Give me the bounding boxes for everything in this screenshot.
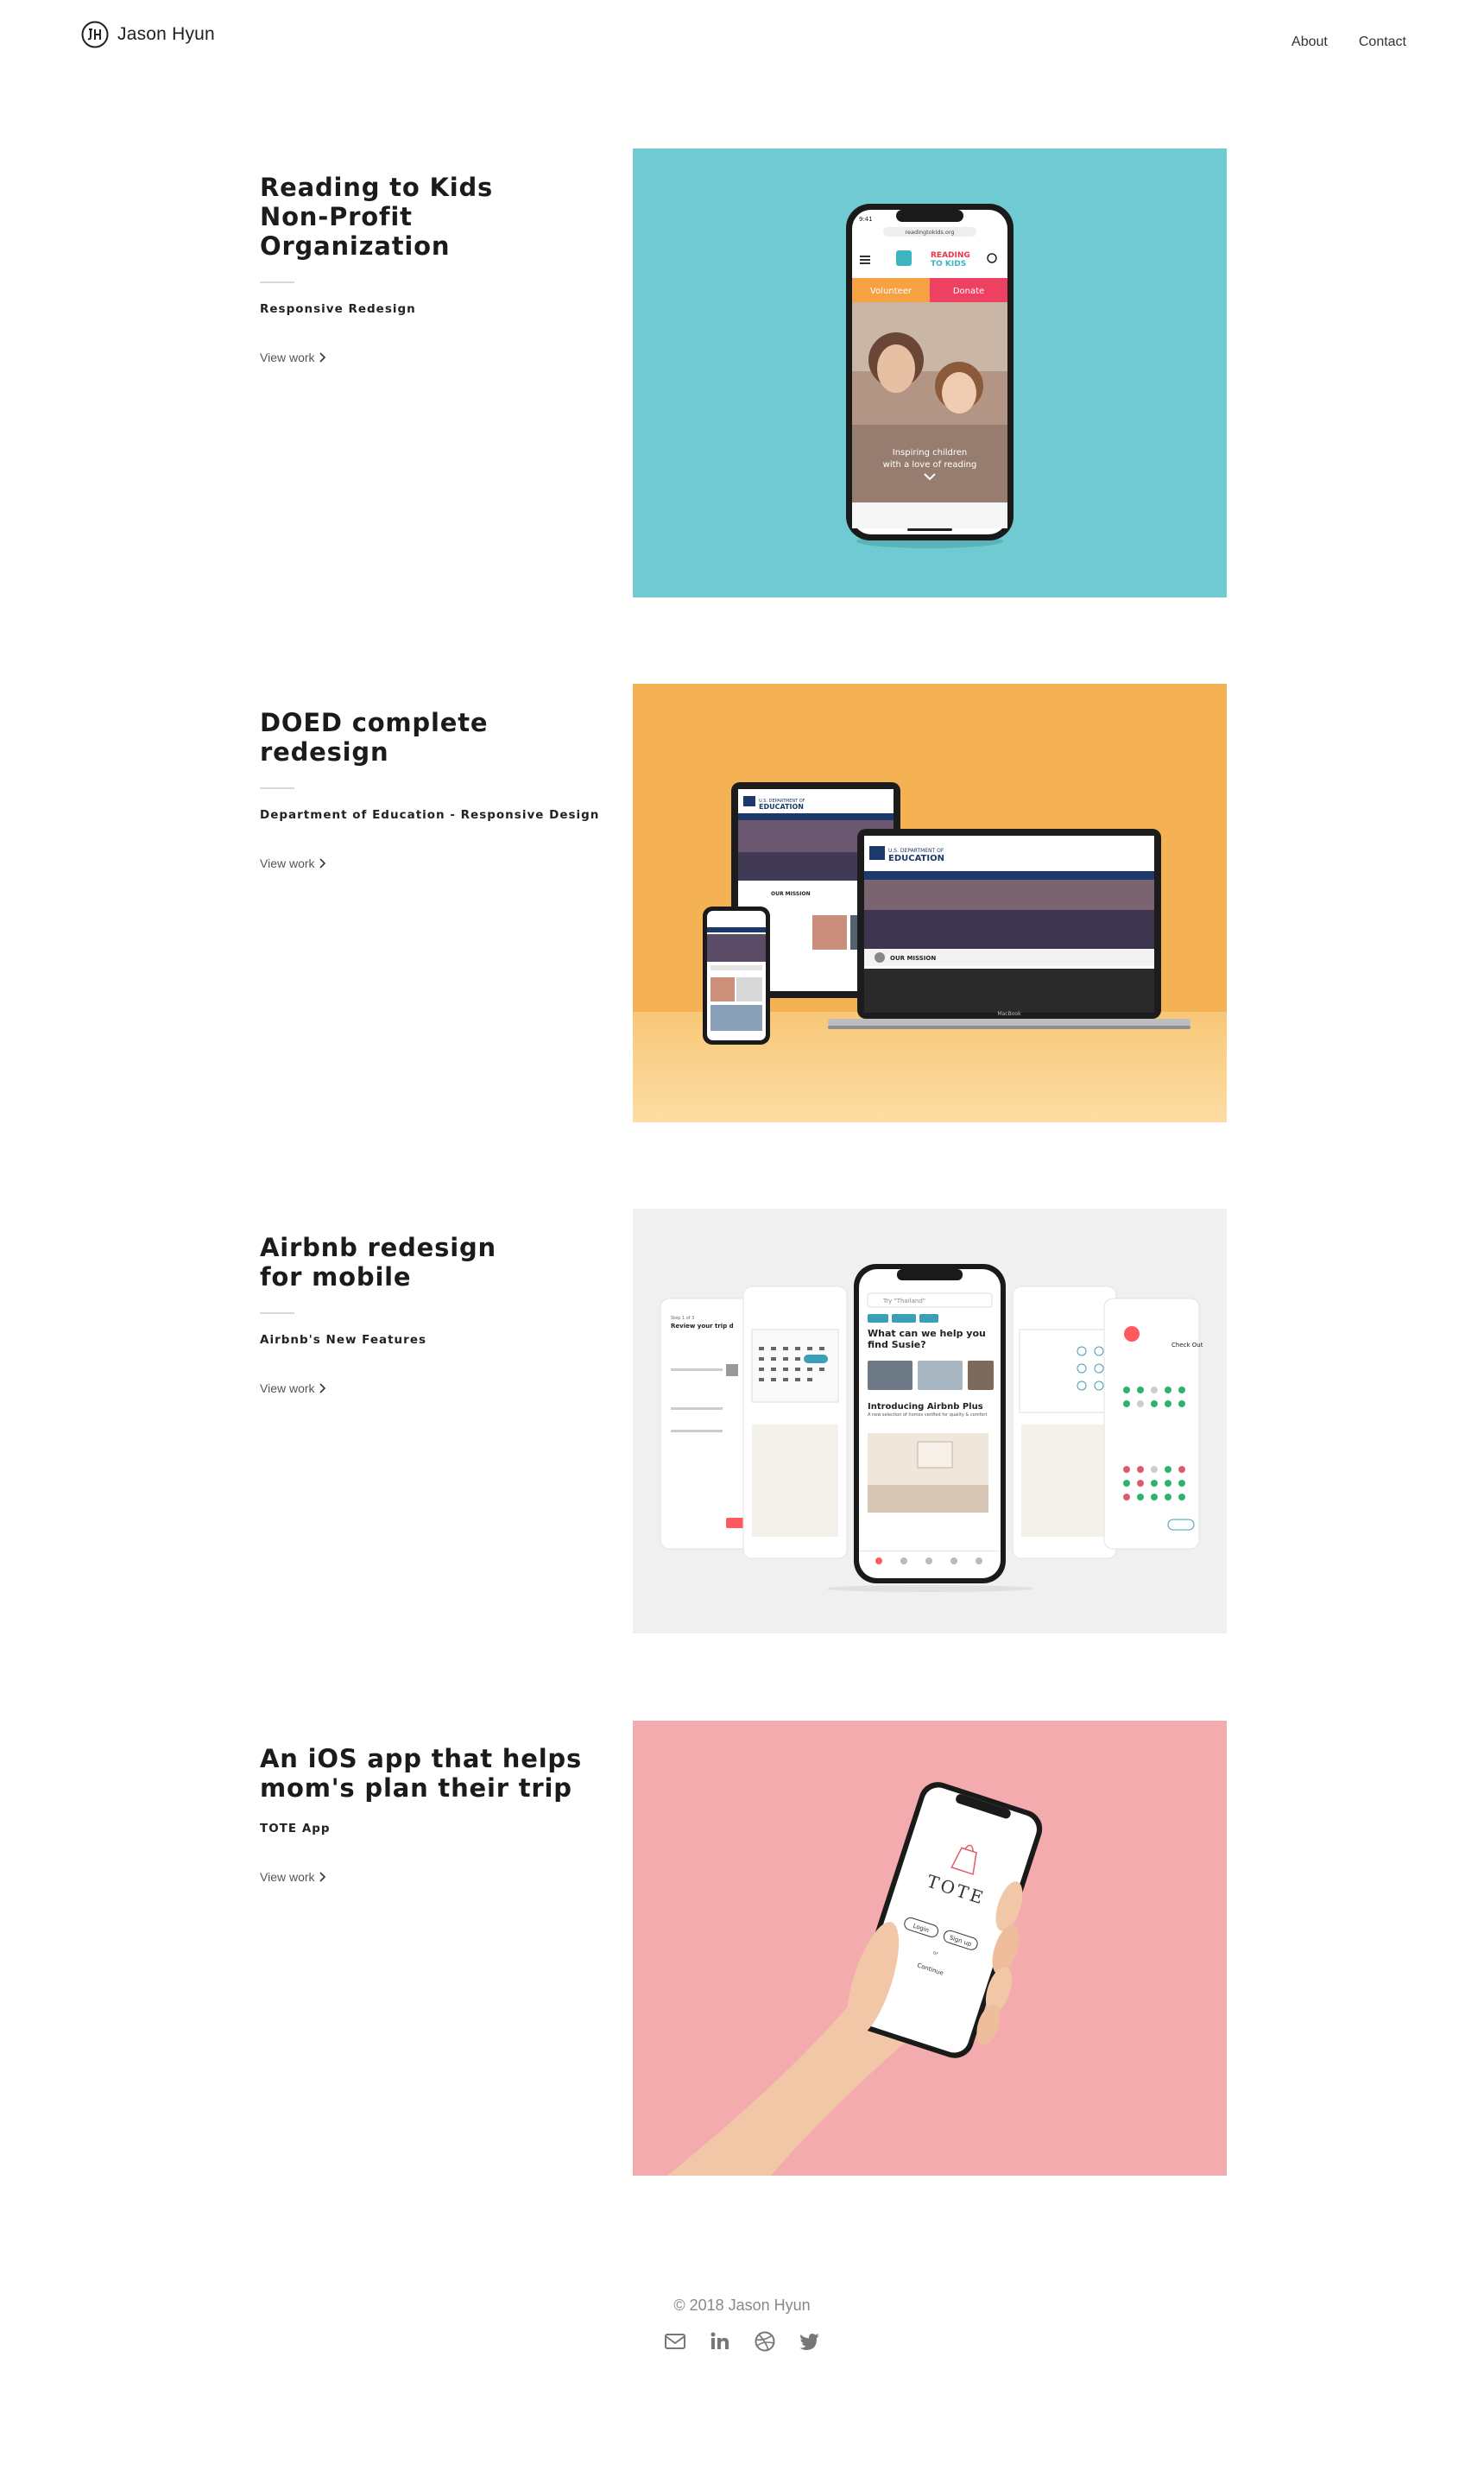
airbnb-screens-mockup: Step 1 of 3 Review your trip d Check Out… [660,1264,1203,1592]
left-step: Step 1 of 3 [671,1316,694,1321]
project-title: Airbnb redesign for mobile [260,1233,496,1292]
view-work-link[interactable]: View work [260,351,326,364]
chevron-right-icon [319,1383,325,1393]
rtk-logo-line2: TO KIDS [931,260,966,269]
project-subtitle: Department of Education - Responsive Des… [260,808,600,822]
site-footer: © 2018 Jason Hyun [0,2297,1484,2353]
project-subtitle: TOTE App [260,1822,331,1835]
project-text: Airbnb redesign for mobile Airbnb's New … [260,1233,605,1397]
nav-contact-link[interactable]: Contact [1359,35,1406,50]
brand-home-link[interactable]: Jason Hyun [81,21,215,48]
svg-text:9:41: 9:41 [859,216,873,223]
project-subtitle: Airbnb's New Features [260,1333,427,1347]
laptop-logo-big: EDUCATION [888,854,944,863]
project-title: Reading to Kids Non-Profit Organization [260,173,494,261]
airbnb-search: Try "Thailand" [882,1298,925,1305]
tablet-mission: OUR MISSION [771,891,811,897]
laptop-mission: OUR MISSION [890,955,936,962]
devices-mockup: U.S. DEPARTMENT OF EDUCATION OUR MISSION… [633,684,1227,1122]
rtk-donate: Donate [953,287,984,296]
main-nav: About Contact [1291,35,1406,50]
nav-about-link[interactable]: About [1291,35,1328,50]
tablet-logo-big: EDUCATION [759,803,804,811]
project-image-tote[interactable]: TOTE Login Sign up or Continue [633,1721,1227,2176]
twitter-icon[interactable] [799,2330,821,2353]
mail-icon[interactable] [664,2330,686,2353]
view-work-label: View work [260,1870,315,1884]
project-image-reading-to-kids[interactable]: 9:41 readingtokids.org READING TO KIDS V… [633,148,1227,597]
social-links [0,2330,1484,2353]
linkedin-icon[interactable] [709,2330,731,2353]
divider [260,281,294,283]
rtk-url: readingtokids.org [905,229,954,236]
laptop-logo-small: U.S. DEPARTMENT OF [888,848,944,854]
project-title: DOED complete redesign [260,708,489,767]
rtk-hero-line1: Inspiring children [893,448,968,458]
chevron-right-icon [319,352,325,363]
hand-phone-mockup: TOTE Login Sign up or Continue [667,1782,1043,2176]
brand-name: Jason Hyun [117,24,215,44]
view-work-link[interactable]: View work [260,1381,326,1395]
project-text: DOED complete redesign Department of Edu… [260,708,605,872]
rtk-volunteer: Volunteer [870,287,913,296]
right-title: Check Out [1171,1342,1203,1349]
jh-logo-icon [81,21,109,48]
rtk-hero-line2: with a love of reading [883,460,977,470]
view-work-link[interactable]: View work [260,1870,326,1884]
left-title: Review your trip d [671,1323,734,1330]
chevron-right-icon [319,858,325,869]
view-work-label: View work [260,1381,315,1395]
airbnb-plus-body: A new selection of homes verified for qu… [868,1412,988,1418]
laptop-brand: MacBook [997,1011,1021,1017]
project-image-airbnb[interactable]: Step 1 of 3 Review your trip d Check Out… [633,1209,1227,1633]
copyright: © 2018 Jason Hyun [673,2297,811,2314]
dribbble-icon[interactable] [754,2330,776,2353]
site-header: Jason Hyun About Contact [0,0,1484,78]
view-work-label: View work [260,856,315,870]
airbnb-plus-title: Introducing Airbnb Plus [868,1402,983,1412]
project-subtitle: Responsive Redesign [260,302,416,316]
divider [260,1312,294,1314]
project-text: Reading to Kids Non-Profit Organization … [260,173,605,366]
phone-mockup: 9:41 readingtokids.org READING TO KIDS V… [846,204,1014,548]
chevron-right-icon [319,1872,325,1882]
project-title: An iOS app that helps mom's plan their t… [260,1744,583,1803]
view-work-label: View work [260,351,315,364]
project-image-doed[interactable]: U.S. DEPARTMENT OF EDUCATION OUR MISSION… [633,684,1227,1122]
project-text: An iOS app that helps mom's plan their t… [260,1744,605,1886]
rtk-logo-line1: READING [931,251,970,260]
divider [260,787,294,789]
airbnb-question: What can we help you find Susie? [868,1328,986,1350]
view-work-link[interactable]: View work [260,856,326,870]
